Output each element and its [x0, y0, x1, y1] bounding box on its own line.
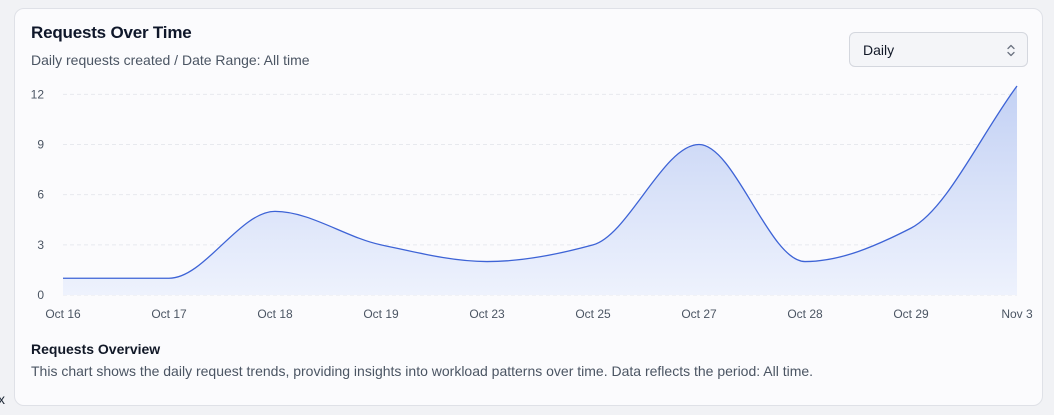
- data-point: [803, 260, 807, 264]
- x-tick-label: Oct 19: [363, 307, 399, 321]
- x-tick-label: Oct 18: [257, 307, 293, 321]
- requests-area-chart: 0 3 6 9 12 Oct 16 Oct 17 Oct 18 Oct 19 Oct 23 Oct…: [31, 84, 1033, 321]
- data-point: [909, 226, 913, 230]
- data-point: [273, 209, 277, 213]
- x-tick-label: Oct 23: [469, 307, 505, 321]
- data-point: [167, 276, 171, 280]
- requests-chart-card: Requests Over Time Daily requests create…: [14, 8, 1043, 406]
- footer-title: Requests Overview: [31, 341, 161, 357]
- x-tick-label: Oct 17: [151, 307, 187, 321]
- series-area-fill: [63, 86, 1017, 295]
- y-tick-label: 0: [37, 288, 44, 302]
- data-point: [1015, 84, 1019, 88]
- data-point: [379, 243, 383, 247]
- data-point: [697, 143, 701, 147]
- x-tick-label: Oct 25: [575, 307, 611, 321]
- footer-description: This chart shows the daily request trend…: [31, 363, 814, 379]
- y-tick-label: 12: [31, 87, 45, 101]
- x-tick-label: Oct 28: [787, 307, 823, 321]
- data-point: [61, 276, 65, 280]
- x-tick-label: Oct 29: [893, 307, 929, 321]
- y-tick-label: 9: [37, 138, 44, 152]
- x-tick-label: Oct 16: [45, 307, 81, 321]
- data-point: [591, 243, 595, 247]
- y-tick-label: 3: [37, 238, 44, 252]
- edge-glyph: x: [0, 391, 5, 407]
- data-point: [485, 260, 489, 264]
- x-tick-label: Oct 27: [681, 307, 717, 321]
- x-tick-label: Nov 3: [1001, 307, 1033, 321]
- y-tick-label: 6: [37, 188, 44, 202]
